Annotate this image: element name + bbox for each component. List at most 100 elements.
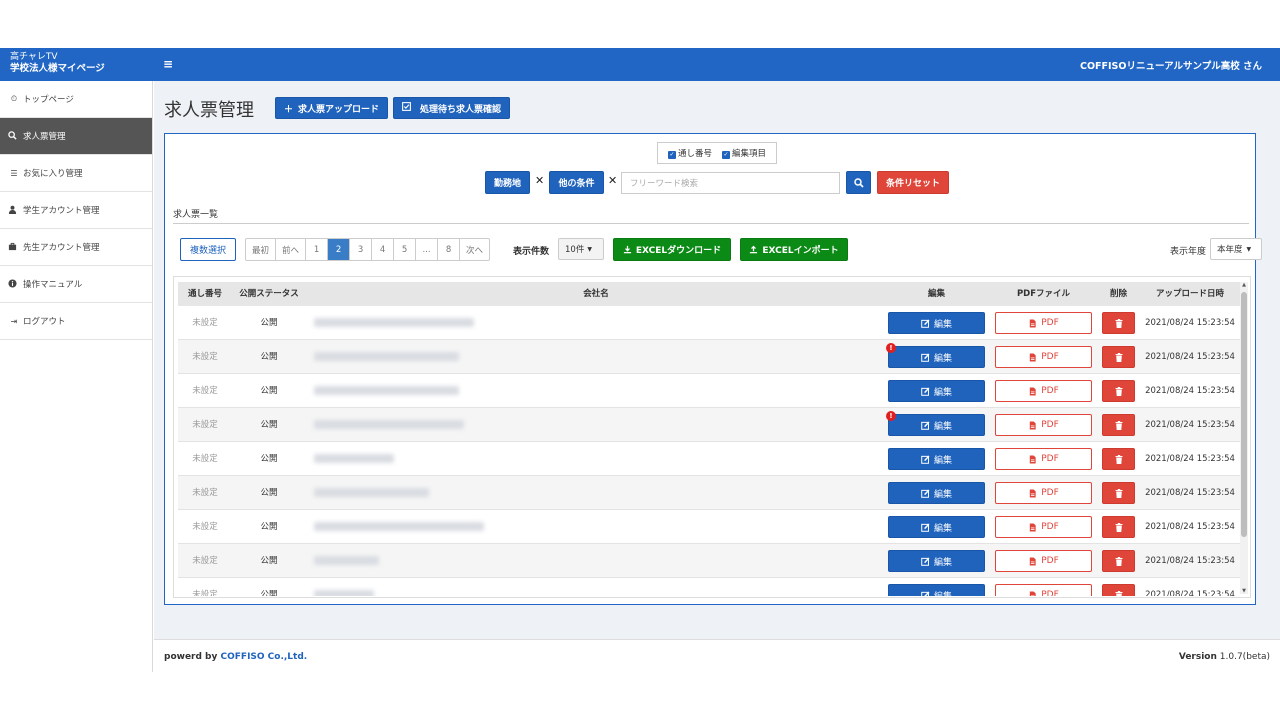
delete-button[interactable] — [1102, 448, 1135, 470]
sidebar-item-teacher-accounts[interactable]: 先生アカウント管理 — [0, 229, 152, 266]
cell-uploaded: 2021/08/24 15:23:54 — [1145, 420, 1235, 430]
pending-job-posting-button[interactable]: 処理待ち求人票確認 — [393, 97, 511, 119]
edit-button[interactable]: 編集 — [888, 550, 985, 572]
edit-icon — [921, 353, 930, 362]
page-4[interactable]: 4 — [372, 239, 395, 260]
edit-button[interactable]: 編集 — [888, 584, 985, 596]
pdf-button[interactable]: PDF — [995, 448, 1092, 470]
pdf-button-label: PDF — [1041, 522, 1059, 532]
remove-other-filter-icon[interactable]: ✕ — [608, 174, 617, 187]
edit-button-label: 編集 — [933, 421, 952, 432]
job-posting-panel: ✓ 通し番号 ✓ 編集項目 勤務地 ✕ 他の条件 ✕ フリーワード検索 条件リセット… — [164, 133, 1262, 605]
edit-button[interactable]: 編集 — [888, 380, 985, 402]
pdf-button[interactable]: PDF — [995, 584, 1092, 596]
serial-checkbox[interactable]: ✓ 通し番号 — [667, 147, 712, 159]
footer-version: Version 1.0.7(beta) — [1179, 652, 1270, 662]
delete-button[interactable] — [1102, 482, 1135, 504]
scrollbar-thumb[interactable] — [1241, 292, 1247, 537]
caret-down-icon: ▼ — [587, 245, 592, 253]
multi-select-button[interactable]: 複数選択 — [180, 238, 236, 261]
page-8[interactable]: 8 — [438, 239, 461, 260]
file-pdf-icon — [1030, 556, 1036, 566]
upload-button-label: 求人票アップロード — [298, 104, 380, 115]
excel-import-button[interactable]: EXCELインポート — [740, 238, 848, 261]
page-5[interactable]: 5 — [394, 239, 417, 260]
pdf-button[interactable]: PDF — [995, 346, 1092, 368]
footer-credit: powerd by COFFISO Co.,Ltd. — [164, 652, 307, 662]
per-page-value: 10件 — [565, 245, 585, 255]
menu-toggle-icon[interactable]: ≡ — [163, 57, 173, 71]
search-icon — [8, 130, 20, 142]
delete-button[interactable] — [1102, 414, 1135, 436]
serial-checkbox-label: 通し番号 — [677, 149, 712, 159]
scroll-up-icon[interactable]: ▲ — [1240, 282, 1248, 288]
search-button[interactable] — [846, 171, 871, 194]
sidebar-item-favorites[interactable]: ☰ お気に入り管理 — [0, 155, 152, 192]
edit-items-checkbox-label: 編集項目 — [731, 149, 766, 159]
page-first[interactable]: 最初 — [246, 239, 277, 260]
display-year-select[interactable]: 本年度 ▼ — [1210, 238, 1262, 260]
pdf-button[interactable]: PDF — [995, 550, 1092, 572]
brand[interactable]: 高チャレTV 学校法人様マイページ — [10, 51, 150, 75]
page-3[interactable]: 3 — [350, 239, 373, 260]
edit-button[interactable]: 編集 — [888, 516, 985, 538]
sidebar-item-logout[interactable]: ⇥ ログアウト — [0, 303, 152, 340]
pdf-button[interactable]: PDF — [995, 482, 1092, 504]
user-name[interactable]: COFFISOリニューアルサンプル高校 さん — [1080, 58, 1262, 72]
checkbox-checked-icon: ✓ — [721, 151, 730, 159]
cell-company-redacted — [314, 408, 484, 442]
scroll-down-icon[interactable]: ▼ — [1240, 588, 1248, 594]
footer-company-link[interactable]: COFFISO Co.,Ltd. — [221, 652, 308, 662]
edit-button[interactable]: 編集 — [888, 414, 985, 436]
edit-button[interactable]: 編集 — [888, 448, 985, 470]
edit-button[interactable]: 編集 — [888, 346, 985, 368]
edit-items-checkbox[interactable]: ✓ 編集項目 — [721, 147, 766, 159]
delete-button[interactable] — [1102, 550, 1135, 572]
cell-serial: 未設定 — [192, 556, 218, 566]
sidebar-item-student-accounts[interactable]: 学生アカウント管理 — [0, 192, 152, 229]
page-prev[interactable]: 前へ — [276, 239, 307, 260]
delete-button[interactable] — [1102, 516, 1135, 538]
freeword-search-input[interactable]: フリーワード検索 — [621, 172, 840, 194]
page-2-current[interactable]: 2 — [328, 239, 351, 260]
sidebar-item-job-postings[interactable]: 求人票管理 — [0, 118, 152, 155]
main-content: 求人票管理 ＋ 求人票アップロード 処理待ち求人票確認 ✓ 通し番号 ✓ 編集項目 … — [154, 81, 1280, 639]
cell-company-redacted — [314, 442, 484, 476]
cell-uploaded: 2021/08/24 15:23:54 — [1145, 522, 1235, 532]
pdf-button[interactable]: PDF — [995, 516, 1092, 538]
delete-button[interactable] — [1102, 584, 1135, 596]
file-pdf-icon — [1030, 420, 1036, 430]
trash-icon — [1115, 488, 1122, 498]
pdf-button[interactable]: PDF — [995, 312, 1092, 334]
page-next[interactable]: 次へ — [460, 239, 489, 260]
location-filter-button[interactable]: 勤務地 — [485, 171, 530, 194]
file-pdf-icon — [1030, 386, 1036, 396]
sidebar-item-top[interactable]: ⏲ トップページ — [0, 81, 152, 118]
per-page-select[interactable]: 10件 ▼ — [558, 238, 604, 260]
other-conditions-button[interactable]: 他の条件 — [549, 171, 604, 194]
cell-company-redacted — [314, 544, 484, 578]
trash-icon — [1115, 522, 1122, 532]
edit-icon — [921, 591, 930, 596]
upload-job-posting-button[interactable]: ＋ 求人票アップロード — [275, 97, 389, 119]
reset-conditions-button[interactable]: 条件リセット — [877, 171, 949, 194]
delete-button[interactable] — [1102, 312, 1135, 334]
cell-serial: 未設定 — [192, 590, 218, 596]
sidebar-item-manual[interactable]: 操作マニュアル — [0, 266, 152, 303]
logout-icon: ⇥ — [10, 316, 18, 326]
edit-button[interactable]: 編集 — [888, 312, 985, 334]
delete-button[interactable] — [1102, 380, 1135, 402]
pdf-button[interactable]: PDF — [995, 380, 1092, 402]
excel-download-button[interactable]: EXCELダウンロード — [613, 238, 731, 261]
edit-icon — [921, 387, 930, 396]
delete-button[interactable] — [1102, 346, 1135, 368]
edit-button[interactable]: 編集 — [888, 482, 985, 504]
pdf-button[interactable]: PDF — [995, 414, 1092, 436]
pdf-button-label: PDF — [1041, 318, 1059, 328]
page-1[interactable]: 1 — [306, 239, 329, 260]
table-scrollbar[interactable]: ▲ ▼ — [1240, 282, 1248, 594]
cell-serial: 未設定 — [192, 522, 218, 532]
remove-location-filter-icon[interactable]: ✕ — [535, 174, 544, 187]
cell-company-redacted — [314, 578, 484, 596]
briefcase-icon — [8, 242, 20, 253]
